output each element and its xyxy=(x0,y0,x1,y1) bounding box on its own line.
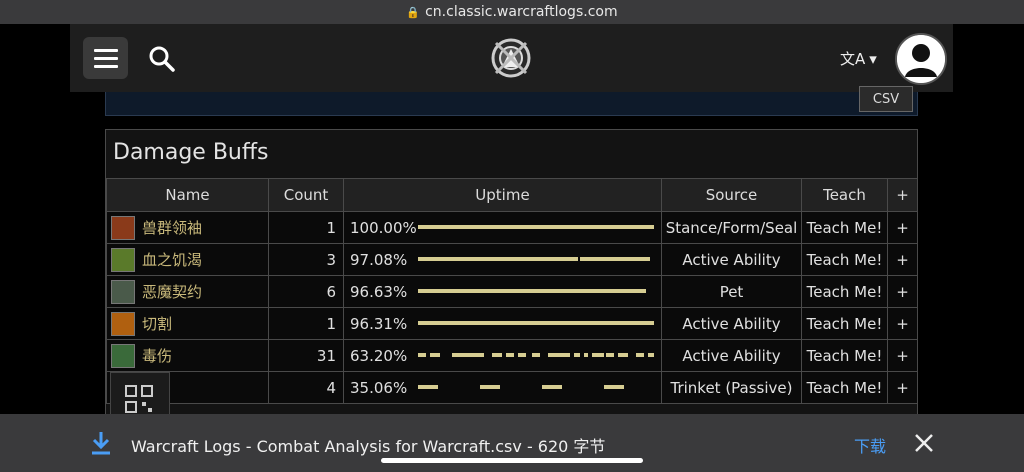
menu-button[interactable] xyxy=(83,37,128,79)
source-cell: Active Ability xyxy=(661,243,802,276)
url-text: cn.classic.warcraftlogs.com xyxy=(425,4,618,20)
download-filename: Warcraft Logs - Combat Analysis for Warc… xyxy=(131,437,606,456)
source-cell: Trinket (Passive) xyxy=(661,371,802,404)
uptime-percent: 35.06% xyxy=(350,379,408,397)
count-cell: 4 xyxy=(268,371,344,404)
count-cell: 1 xyxy=(268,307,344,340)
uptime-cell: 96.31% xyxy=(343,307,662,340)
damage-buffs-panel: Damage Buffs Name Count Uptime Source Te… xyxy=(105,129,918,449)
source-cell: Active Ability xyxy=(661,339,802,372)
uptime-cell: 35.06% xyxy=(343,371,662,404)
table-row: 恶魔契约 6 96.63% Pet Teach Me! + xyxy=(106,275,918,308)
language-selector[interactable]: 文A ▾ xyxy=(840,48,877,69)
spell-name-link[interactable]: 毒伤 xyxy=(142,345,172,366)
teach-me-link[interactable]: Teach Me! xyxy=(801,307,888,340)
uptime-percent: 100.00% xyxy=(350,219,417,237)
uptime-cell: 97.08% xyxy=(343,243,662,276)
expand-row-button[interactable]: + xyxy=(887,307,918,340)
table-row: 血之饥渴 3 97.08% Active Ability Teach Me! + xyxy=(106,243,918,276)
expand-row-button[interactable]: + xyxy=(887,211,918,244)
source-cell: Active Ability xyxy=(661,307,802,340)
spell-icon xyxy=(111,279,135,304)
teach-me-link[interactable]: Teach Me! xyxy=(801,275,888,308)
uptime-cell: 100.00% xyxy=(343,211,662,244)
site-header: 文A ▾ xyxy=(70,24,953,92)
spell-name-link[interactable]: 兽群领袖 xyxy=(142,217,202,238)
expand-row-button[interactable]: + xyxy=(887,275,918,308)
count-cell: 3 xyxy=(268,243,344,276)
download-bar: Warcraft Logs - Combat Analysis for Warc… xyxy=(0,414,1024,472)
uptime-percent: 97.08% xyxy=(350,251,408,269)
col-header-teach: Teach xyxy=(801,178,888,212)
uptime-cell: 96.63% xyxy=(343,275,662,308)
teach-me-link[interactable]: Teach Me! xyxy=(801,243,888,276)
uptime-percent: 63.20% xyxy=(350,347,408,365)
table-row: 毒伤 31 63.20% Active Ability Teach Me! + xyxy=(106,339,918,372)
search-icon[interactable] xyxy=(148,45,176,73)
teach-me-link[interactable]: Teach Me! xyxy=(801,211,888,244)
warcraftlogs-logo-icon[interactable] xyxy=(490,37,532,79)
uptime-bar xyxy=(418,225,654,229)
spell-name-link[interactable]: 血之饥渴 xyxy=(142,249,202,270)
left-margin xyxy=(0,24,70,472)
count-cell: 1 xyxy=(268,211,344,244)
spell-icon xyxy=(111,215,135,240)
home-indicator xyxy=(381,458,643,463)
name-cell: 兽群领袖 xyxy=(106,211,269,244)
spell-icon xyxy=(111,343,135,368)
teach-me-link[interactable]: Teach Me! xyxy=(801,371,888,404)
avatar[interactable] xyxy=(895,33,947,85)
count-cell: 6 xyxy=(268,275,344,308)
source-cell: Stance/Form/Seal xyxy=(661,211,802,244)
uptime-bar xyxy=(418,289,654,293)
table-row: 大 4 35.06% Trinket (Passive) Teach Me! + xyxy=(106,371,918,404)
teach-me-link[interactable]: Teach Me! xyxy=(801,339,888,372)
csv-button[interactable]: CSV xyxy=(859,86,913,112)
previous-panel: CSV xyxy=(105,86,918,116)
expand-row-button[interactable]: + xyxy=(887,371,918,404)
expand-row-button[interactable]: + xyxy=(887,339,918,372)
spell-name-link[interactable]: 切割 xyxy=(142,313,172,334)
table-row: 兽群领袖 1 100.00% Stance/Form/Seal Teach Me… xyxy=(106,211,918,244)
panel-title: Damage Buffs xyxy=(113,140,269,165)
uptime-bar xyxy=(418,321,654,325)
source-cell: Pet xyxy=(661,275,802,308)
col-header-expand-all[interactable]: + xyxy=(887,178,918,212)
uptime-bar xyxy=(418,385,654,389)
name-cell: 恶魔契约 xyxy=(106,275,269,308)
uptime-bar xyxy=(418,257,654,261)
uptime-percent: 96.63% xyxy=(350,283,408,301)
name-cell: 毒伤 xyxy=(106,339,269,372)
uptime-cell: 63.20% xyxy=(343,339,662,372)
close-icon[interactable] xyxy=(913,432,935,454)
spell-icon xyxy=(111,247,135,272)
browser-url-bar[interactable]: 🔒 cn.classic.warcraftlogs.com xyxy=(0,0,1024,24)
download-button[interactable]: 下载 xyxy=(854,433,886,457)
uptime-percent: 96.31% xyxy=(350,315,408,333)
uptime-bar xyxy=(418,353,654,357)
spell-icon xyxy=(111,311,135,336)
buffs-table: Name Count Uptime Source Teach + 兽群领袖 1 … xyxy=(106,178,918,404)
table-header-row: Name Count Uptime Source Teach + xyxy=(106,178,918,212)
name-cell: 血之饥渴 xyxy=(106,243,269,276)
col-header-uptime[interactable]: Uptime xyxy=(343,178,662,212)
spell-name-link[interactable]: 恶魔契约 xyxy=(142,281,202,302)
translate-icon: 文A xyxy=(840,50,866,68)
lock-icon: 🔒 xyxy=(406,5,421,19)
user-icon xyxy=(897,35,945,83)
expand-row-button[interactable]: + xyxy=(887,243,918,276)
download-icon xyxy=(92,432,110,455)
name-cell: 切割 xyxy=(106,307,269,340)
count-cell: 31 xyxy=(268,339,344,372)
col-header-count[interactable]: Count xyxy=(268,178,344,212)
chevron-down-icon: ▾ xyxy=(869,49,877,68)
col-header-name[interactable]: Name xyxy=(106,178,269,212)
col-header-source[interactable]: Source xyxy=(661,178,802,212)
table-row: 切割 1 96.31% Active Ability Teach Me! + xyxy=(106,307,918,340)
